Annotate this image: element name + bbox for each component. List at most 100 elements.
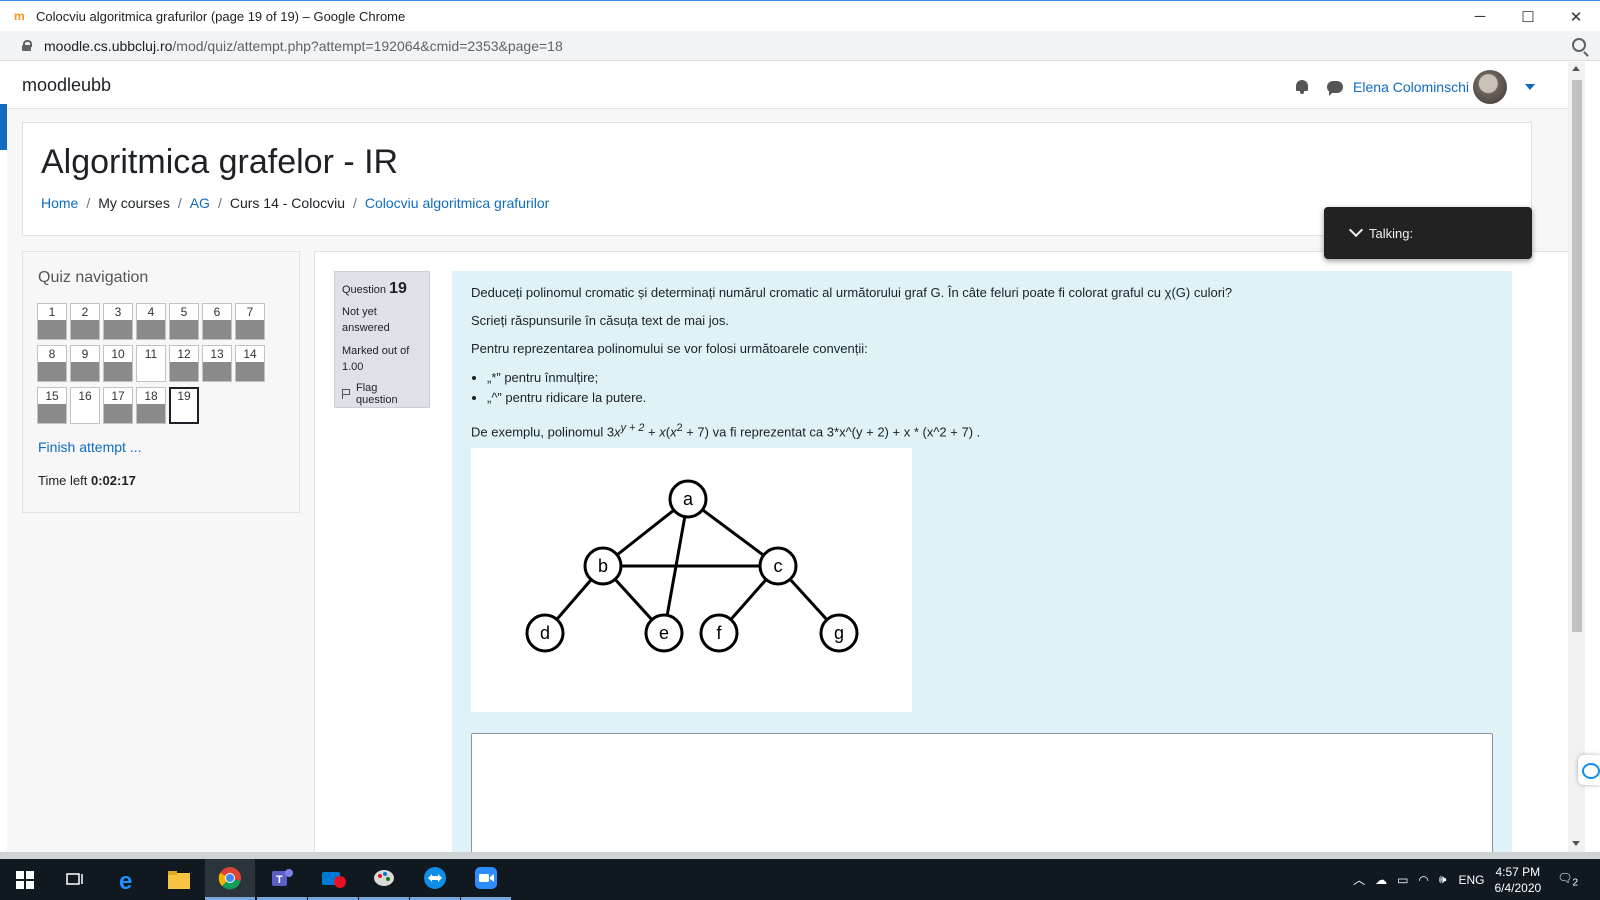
scroll-up-icon[interactable] (1572, 66, 1580, 71)
site-brand[interactable]: moodleubb (22, 75, 111, 96)
quiz-nav-button-10[interactable]: 10 (103, 345, 133, 382)
breadcrumb-home[interactable]: Home (41, 195, 78, 211)
quiz-nav-button-label: 3 (114, 305, 122, 319)
messages-chat-icon[interactable] (1327, 81, 1344, 96)
window-title: Colocviu algoritmica grafurilor (page 19… (36, 8, 406, 24)
question-state: Not yet answered (342, 306, 390, 334)
breadcrumb-separator: / (86, 195, 91, 211)
breadcrumb-my-courses: My courses (98, 195, 170, 211)
address-bar[interactable]: moodle.cs.ubbcluj.ro/mod/quiz/attempt.ph… (0, 31, 1600, 61)
example-exponent: y + 2 (620, 422, 645, 434)
url-text[interactable]: moodle.cs.ubbcluj.ro/mod/quiz/attempt.ph… (44, 38, 563, 54)
breadcrumb-course[interactable]: AG (190, 195, 210, 211)
breadcrumb-quiz[interactable]: Colocviu algoritmica grafurilor (365, 195, 549, 211)
task-view-icon[interactable] (50, 859, 100, 900)
user-menu-caret-icon[interactable] (1525, 84, 1535, 90)
teamviewer-side-icon[interactable] (1578, 755, 1600, 785)
user-name[interactable]: Elena Colominschi (1353, 79, 1469, 95)
quiz-nav-button-15[interactable]: 15 (37, 387, 67, 424)
notifications-bell-icon[interactable] (1295, 79, 1309, 95)
scroll-down-icon[interactable] (1572, 841, 1580, 846)
quiz-nav-button-3[interactable]: 3 (103, 303, 133, 340)
talking-indicator[interactable]: Talking: (1324, 207, 1532, 259)
conventions-list: „*” pentru înmulțire; „^” pentru ridicar… (487, 368, 1493, 408)
quiz-nav-button-9[interactable]: 9 (70, 345, 100, 382)
graph-node-label: d (540, 623, 550, 643)
answered-fill (104, 404, 132, 423)
page-scrollbar[interactable] (1568, 62, 1585, 852)
quiz-nav-button-label: 16 (78, 389, 92, 403)
example-text: De exemplu, polinomul 3xy + 2 + x(x2 + 7… (471, 420, 1493, 440)
example-mid: va fi reprezentat ca (712, 424, 824, 440)
close-button[interactable]: ✕ (1552, 1, 1600, 32)
quiz-nav-button-13[interactable]: 13 (202, 345, 232, 382)
page-title: Algoritmica grafelor - IR (41, 143, 399, 181)
avatar[interactable] (1473, 70, 1507, 104)
breadcrumb-separator: / (353, 195, 357, 211)
lock-icon[interactable] (22, 40, 32, 51)
quiz-nav-button-label: 12 (177, 347, 191, 361)
volume-icon[interactable]: 🕪 (1439, 872, 1447, 887)
graph-node-label: b (598, 556, 608, 576)
tray-chevron-up-icon[interactable]: ︿ (1353, 871, 1365, 888)
quiz-nav-button-6[interactable]: 6 (202, 303, 232, 340)
example-code: 3*x^(y + 2) + x * (x^2 + 7) (826, 424, 974, 440)
flag-question-button[interactable]: Flag question (342, 382, 422, 406)
answered-fill (203, 320, 231, 339)
finish-attempt-link[interactable]: Finish attempt ... (38, 439, 141, 455)
chrome-icon[interactable] (205, 859, 255, 900)
mail-icon[interactable] (308, 859, 358, 900)
graph-node-label: e (659, 623, 669, 643)
quiz-nav-button-8[interactable]: 8 (37, 345, 67, 382)
language-indicator[interactable]: ENG (1458, 873, 1484, 887)
scroll-thumb[interactable] (1572, 80, 1582, 632)
quiz-nav-button-18[interactable]: 18 (136, 387, 166, 424)
windows-start-icon[interactable] (0, 859, 50, 900)
answered-fill (71, 320, 99, 339)
quiz-nav-button-2[interactable]: 2 (70, 303, 100, 340)
quiz-nav-button-label: 5 (180, 305, 188, 319)
quiz-nav-button-11[interactable]: 11 (136, 345, 166, 382)
minimize-button[interactable]: ─ (1456, 1, 1504, 32)
quiz-nav-button-4[interactable]: 4 (136, 303, 166, 340)
example-end: . (976, 424, 981, 440)
quiz-nav-button-5[interactable]: 5 (169, 303, 199, 340)
window-titlebar: m Colocviu algoritmica grafurilor (page … (0, 0, 1600, 31)
clock[interactable]: 4:57 PM 6/4/2020 (1494, 864, 1541, 896)
action-center-icon[interactable]: 🗨2 (1557, 871, 1578, 888)
file-explorer-icon[interactable] (154, 859, 204, 900)
edge-icon[interactable]: e (103, 859, 153, 900)
time-left-value: 0:02:17 (90, 473, 136, 488)
quiz-nav-button-1[interactable]: 1 (37, 303, 67, 340)
quiz-nav-button-16[interactable]: 16 (70, 387, 100, 424)
quiz-nav-button-19[interactable]: 19 (169, 387, 199, 424)
paint-icon[interactable] (359, 859, 409, 900)
onedrive-cloud-icon[interactable]: ☁ (1375, 873, 1387, 887)
answered-fill (38, 320, 66, 339)
talking-label: Talking: (1369, 225, 1414, 241)
answered-fill (38, 362, 66, 381)
maximize-button[interactable]: ☐ (1504, 1, 1552, 32)
chevron-down-icon[interactable] (1348, 222, 1364, 238)
url-host: moodle.cs.ubbcluj.ro (44, 37, 173, 54)
quiz-navigation-title: Quiz navigation (38, 269, 149, 286)
url-path: /mod/quiz/attempt.php?attempt=192064&cmi… (172, 37, 563, 54)
quiz-nav-button-7[interactable]: 7 (235, 303, 265, 340)
wifi-icon[interactable]: ◠ (1418, 873, 1428, 887)
answer-textarea[interactable] (471, 733, 1493, 852)
quiz-nav-button-label: 15 (45, 389, 59, 403)
answered-fill (170, 362, 198, 381)
battery-icon[interactable]: ▭ (1397, 873, 1408, 887)
quiz-nav-button-label: 9 (81, 347, 89, 361)
zoom-app-icon[interactable] (461, 859, 511, 900)
teams-icon[interactable]: T (257, 859, 307, 900)
answered-fill (137, 320, 165, 339)
zoom-icon[interactable] (1572, 38, 1586, 52)
graph-node-label: c (774, 556, 783, 576)
quiz-nav-button-12[interactable]: 12 (169, 345, 199, 382)
teamviewer-icon[interactable] (410, 859, 460, 900)
quiz-nav-button-14[interactable]: 14 (235, 345, 265, 382)
svg-text:e: e (119, 868, 132, 892)
quiz-nav-button-17[interactable]: 17 (103, 387, 133, 424)
window-controls: ─ ☐ ✕ (1456, 1, 1600, 32)
